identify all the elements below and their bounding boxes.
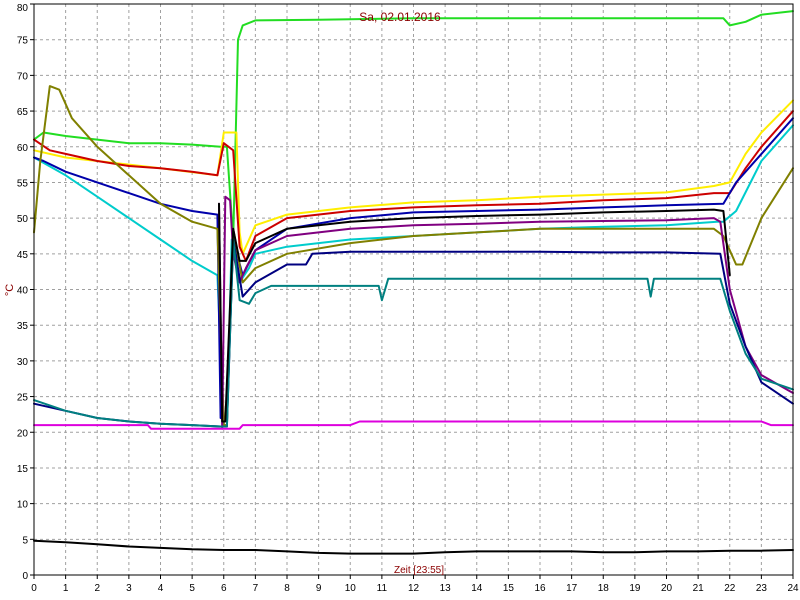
y-tick-label: 10	[17, 500, 29, 511]
y-tick-label: 55	[17, 178, 29, 189]
y-tick-label: 60	[17, 143, 29, 154]
y-tick-label: 80	[17, 3, 29, 14]
x-tick-label: 4	[158, 583, 164, 594]
x-tick-label: 11	[377, 583, 388, 594]
y-tick-label: 45	[17, 250, 29, 261]
y-tick-label: 0	[22, 571, 28, 582]
y-tick-label: 25	[17, 393, 29, 404]
x-tick-label: 18	[598, 583, 610, 594]
x-tick-label: 10	[345, 583, 357, 594]
x-tick-label: 16	[534, 583, 546, 594]
x-tick-label: 12	[408, 583, 420, 594]
x-tick-label: 24	[787, 583, 799, 594]
y-axis-label: °C	[4, 284, 16, 296]
x-tick-label: 22	[724, 583, 736, 594]
chart-title: Sa, 02.01.2016	[359, 10, 441, 24]
x-tick-label: 14	[471, 583, 483, 594]
x-axis-label: Zeit [23:55]	[394, 565, 444, 576]
y-tick-label: 50	[17, 214, 29, 225]
x-tick-label: 15	[503, 583, 515, 594]
x-tick-label: 21	[693, 583, 705, 594]
x-tick-label: 20	[661, 583, 673, 594]
y-tick-label: 35	[17, 321, 29, 332]
y-tick-label: 40	[17, 286, 29, 297]
x-tick-label: 2	[94, 583, 100, 594]
y-tick-label: 75	[17, 36, 29, 47]
x-tick-label: 13	[440, 583, 452, 594]
temperature-chart: 0 1 2 3 4 5 6 7 8 9 10 11 12 13 14 15 16 17 18 19 20 21 22 23 24…	[0, 0, 800, 600]
y-tick-label: 65	[17, 107, 29, 118]
x-tick-label: 5	[189, 583, 195, 594]
x-tick-label: 17	[566, 583, 578, 594]
y-tick-label: 70	[17, 71, 29, 82]
x-tick-label: 0	[31, 583, 37, 594]
y-tick-label: 15	[17, 464, 29, 475]
x-tick-label: 8	[284, 583, 290, 594]
x-tick-label: 23	[756, 583, 768, 594]
y-tick-label: 30	[17, 357, 29, 368]
y-tick-label: 20	[17, 428, 29, 439]
y-tick-label: 5	[22, 535, 28, 546]
x-tick-label: 7	[253, 583, 259, 594]
x-tick-label: 19	[629, 583, 641, 594]
x-tick-label: 3	[126, 583, 132, 594]
x-tick-label: 9	[316, 583, 322, 594]
x-tick-label: 6	[221, 583, 227, 594]
chart-background	[0, 0, 800, 600]
x-tick-label: 1	[63, 583, 69, 594]
